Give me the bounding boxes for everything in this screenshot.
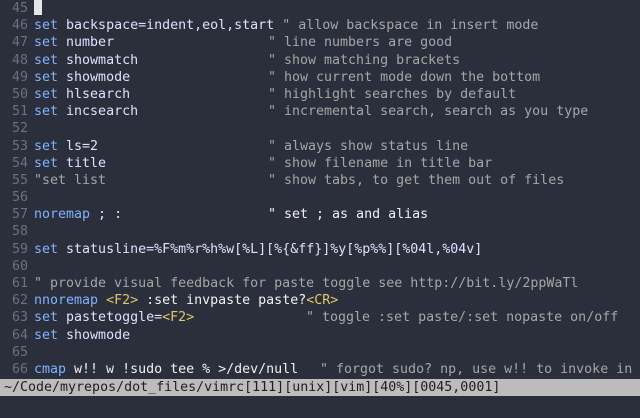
code-token: " forgot sudo? np, use w!! to invoke in … <box>320 361 640 377</box>
editor-line[interactable]: 53 set ls=2 " always show status line <box>0 138 640 155</box>
code-token: " show matching brackets <box>268 52 461 68</box>
editor-line[interactable]: 56 <box>0 189 640 206</box>
code-token: number <box>58 35 115 51</box>
code-token: incsearch <box>58 104 139 120</box>
text-cursor <box>34 0 42 15</box>
editor-line[interactable]: 64 set showmode <box>0 327 640 344</box>
code-token: <F2> <box>162 310 195 326</box>
editor-line[interactable]: 57 noremap ; : " set ; as and alias <box>0 206 640 223</box>
editor-line[interactable]: 66 cmap w!! w !sudo tee % >/dev/null " for… <box>0 361 640 378</box>
code-token: set <box>34 327 59 343</box>
line-number: 58 <box>12 224 29 240</box>
code-token: hlsearch <box>58 86 131 102</box>
code-token: set <box>34 310 59 326</box>
editor-line[interactable]: 55 "set list " show tabs, to get them out … <box>0 172 640 189</box>
code-token: " incremental search, search as you type <box>268 104 589 120</box>
editor-line[interactable]: 48 set showmatch " show matching brackets <box>0 52 640 69</box>
code-token: set <box>34 52 59 68</box>
editor-line[interactable]: 54 set title " show filename in title bar <box>0 155 640 172</box>
code-token: " show filename in title bar <box>268 155 493 171</box>
editor-line[interactable]: 65 <box>0 344 640 361</box>
line-number: 49 <box>12 69 29 85</box>
line-number: 57 <box>12 207 29 223</box>
code-token: " show tabs, to get them out of files <box>268 172 565 188</box>
code-token: ls=2 <box>58 138 99 154</box>
line-number: 53 <box>12 138 29 154</box>
code-token: title <box>58 155 107 171</box>
code-token: " allow backspace in insert mode <box>274 18 539 34</box>
editor-line[interactable]: 59 set statusline=%F%m%r%h%w[%L][%{&ff}]%… <box>0 241 640 258</box>
code-token: set <box>34 138 59 154</box>
line-number: 51 <box>12 104 29 120</box>
code-token: pastetoggle= <box>58 310 163 326</box>
code-token: " how current mode down the bottom <box>268 69 541 85</box>
code-token: backspace=indent,eol,start <box>58 18 275 34</box>
line-number: 59 <box>12 241 29 257</box>
line-number: 54 <box>12 155 29 171</box>
line-number: 66 <box>12 361 29 377</box>
editor-line[interactable]: 63 set pastetoggle=<F2> " toggle :set past… <box>0 309 640 326</box>
code-token: set <box>34 155 59 171</box>
line-number: 55 <box>12 172 29 188</box>
line-number: 52 <box>12 121 29 137</box>
code-token: :set invpaste paste? <box>138 293 307 309</box>
code-token: set <box>34 241 59 257</box>
editor-line[interactable]: 61 " provide visual feedback for paste to… <box>0 275 640 292</box>
vim-editor-window[interactable]: 45 46 set backspace=indent,eol,start " all… <box>0 0 640 418</box>
code-token: " toggle :set paste/:set nopaste on/off <box>306 310 619 326</box>
line-number: 62 <box>12 293 29 309</box>
editor-line[interactable]: 60 <box>0 258 640 275</box>
editor-line[interactable]: 45 <box>0 0 640 17</box>
code-token: ; : <box>90 207 123 223</box>
code-token: showmatch <box>58 52 139 68</box>
code-token: set <box>34 69 59 85</box>
line-number: 46 <box>12 18 29 34</box>
line-number: 48 <box>12 52 29 68</box>
editor-buffer[interactable]: 45 46 set backspace=indent,eol,start " all… <box>0 0 640 378</box>
editor-line[interactable]: 58 <box>0 223 640 240</box>
line-number: 65 <box>12 344 29 360</box>
editor-line[interactable]: 49 set showmode " how current mode down th… <box>0 69 640 86</box>
editor-line[interactable]: 51 set incsearch " incremental search, sea… <box>0 103 640 120</box>
code-token: set <box>34 104 59 120</box>
line-number: 45 <box>12 1 29 16</box>
editor-line[interactable]: 50 set hlsearch " highlight searches by de… <box>0 86 640 103</box>
line-number: 63 <box>12 310 29 326</box>
code-token: set <box>34 86 59 102</box>
vim-command-line[interactable] <box>0 396 640 418</box>
code-token: " always show status line <box>268 138 469 154</box>
code-token: " set ; as and alias <box>268 207 429 223</box>
editor-line[interactable]: 46 set backspace=indent,eol,start " allow… <box>0 17 640 34</box>
code-token: "set list <box>34 172 107 188</box>
editor-line[interactable]: 47 set number " line numbers are good <box>0 34 640 51</box>
code-token: showmode <box>58 69 131 85</box>
code-token: set <box>34 18 59 34</box>
code-token: cmap <box>34 361 67 377</box>
code-token: statusline=%F%m%r%h%w[%L][%{&ff}]%y[%p%%… <box>58 241 483 257</box>
line-number: 56 <box>12 190 29 206</box>
line-number: 61 <box>12 276 29 291</box>
line-number: 47 <box>12 35 29 51</box>
code-token: <F2> <box>106 293 139 309</box>
line-number: 50 <box>12 86 29 102</box>
code-token: <CR> <box>306 293 339 309</box>
code-token: w!! w !sudo tee % >/dev/null <box>66 361 299 377</box>
line-number: 60 <box>12 258 29 274</box>
editor-line[interactable]: 52 <box>0 120 640 137</box>
code-token: " line numbers are good <box>268 35 453 51</box>
line-number: 64 <box>12 327 29 343</box>
code-token: nnoremap <box>34 293 99 309</box>
code-token: " highlight searches by default <box>268 86 517 102</box>
vim-statusline: ~/Code/myrepos/dot_files/vimrc[111][unix… <box>0 379 640 396</box>
code-token: showmode <box>58 327 131 343</box>
editor-line[interactable]: 62 nnoremap <F2> :set invpaste paste?<CR> <box>0 292 640 309</box>
code-token: noremap <box>34 207 91 223</box>
code-token: set <box>34 35 59 51</box>
code-token: " provide visual feedback for paste togg… <box>34 276 579 291</box>
